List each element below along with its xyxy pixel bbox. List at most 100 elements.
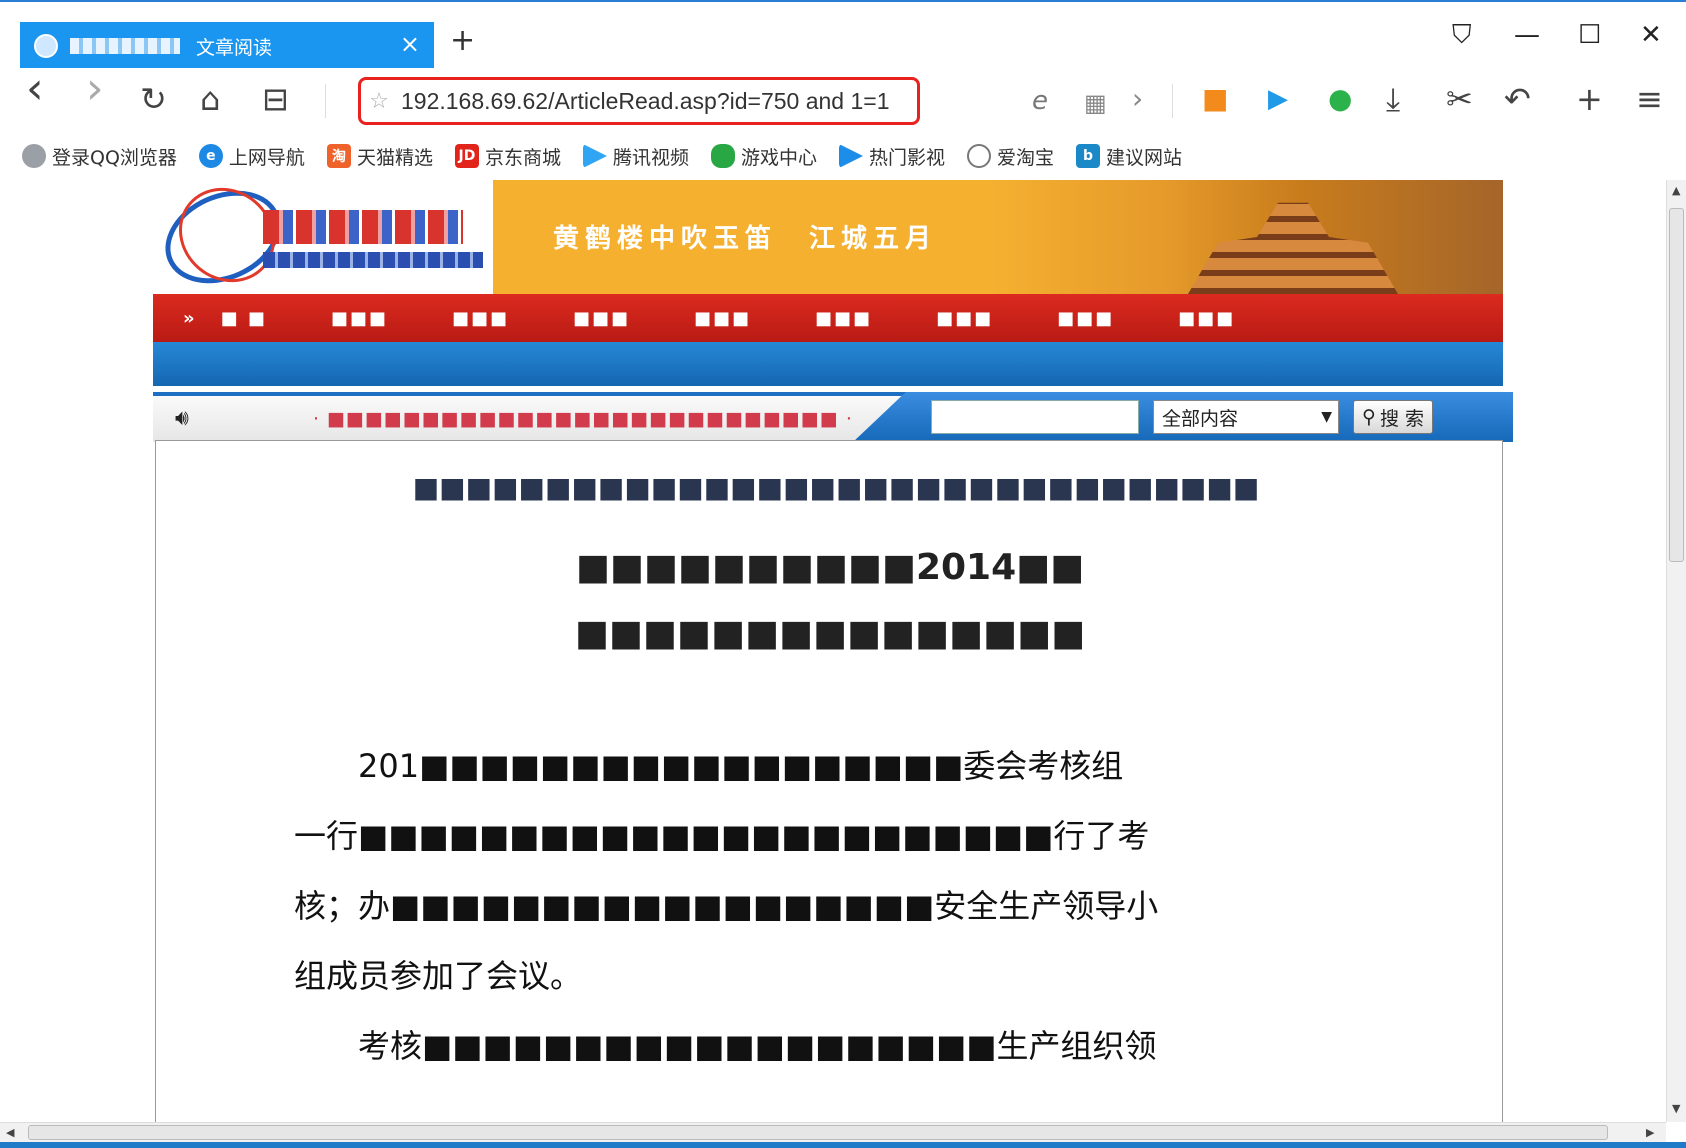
search-icon: ⚲: [1362, 406, 1376, 428]
home-button[interactable]: ⌂: [200, 82, 220, 116]
refresh-button[interactable]: ↻: [140, 82, 167, 116]
chevron-down-icon: ▼: [1321, 409, 1332, 425]
forward-button[interactable]: ›: [86, 67, 104, 111]
bookmark-jd[interactable]: JD 京东商城: [454, 143, 561, 170]
active-tab[interactable]: 文章阅读 ×: [20, 22, 434, 70]
nav-item-home[interactable]: ■ ■: [221, 308, 267, 329]
nav-item[interactable]: ■■■: [331, 308, 388, 329]
tab-close-icon[interactable]: ×: [400, 32, 420, 56]
horizontal-scroll-thumb[interactable]: [28, 1125, 1608, 1140]
tab-title: 文章阅读: [196, 36, 273, 59]
maximize-button[interactable]: ☐: [1578, 20, 1601, 50]
bookmark-label: 建议网站: [1106, 146, 1183, 169]
nav-item[interactable]: ■■■: [694, 308, 751, 329]
article-paragraph: 201■■■■■■■■■■■■■■■■■■委会考核组: [294, 747, 1124, 785]
bookmark-aitaobao[interactable]: 爱淘宝: [967, 143, 1054, 170]
minimize-button[interactable]: —: [1514, 20, 1540, 50]
new-tab-button[interactable]: +: [450, 26, 475, 56]
tmall-icon: 淘: [326, 144, 351, 168]
bookmark-label: 腾讯视频: [612, 146, 689, 169]
bookmark-label: 天猫精选: [356, 146, 433, 169]
back-button[interactable]: ‹: [26, 67, 44, 111]
search-scope-value: 全部内容: [1162, 407, 1239, 430]
add-icon[interactable]: +: [1576, 82, 1603, 116]
menu-icon[interactable]: ≡: [1636, 82, 1663, 116]
pin-icon[interactable]: ⛉: [1452, 20, 1472, 50]
play-icon: [839, 144, 863, 168]
site-favicon-icon: [34, 34, 58, 58]
nav-item[interactable]: ■■■: [1057, 308, 1114, 329]
bookmark-label: 登录QQ浏览器: [52, 146, 177, 169]
site-logo[interactable]: [150, 180, 493, 302]
nav-item[interactable]: ■■■: [452, 308, 509, 329]
video-camera-icon[interactable]: ■: [1202, 82, 1228, 116]
bookmark-navigation[interactable]: e 上网导航: [198, 143, 305, 170]
user-icon: [22, 144, 46, 168]
bookmark-tmall[interactable]: 淘天猫精选: [326, 143, 433, 170]
scroll-right-icon[interactable]: ▶: [1646, 1126, 1654, 1139]
scissors-icon[interactable]: ✂: [1446, 82, 1473, 116]
yellow-crane-tower-image: [1188, 202, 1398, 294]
vertical-scrollbar[interactable]: ▲ ▼: [1666, 180, 1686, 1122]
news-search-bar: 🔊︎ · ■■■■■■■■■■■■■■■■■■■■■■■■■■■ · 全部内容 ▼…: [153, 392, 1513, 442]
ie-compat-icon[interactable]: e: [1032, 84, 1048, 118]
bookmark-tencent-video[interactable]: 腾讯视频: [582, 143, 689, 170]
speaker-icon: 🔊︎: [175, 406, 189, 431]
page-viewport: 黄鹤楼中吹玉笛 江城五月 » ■ ■ ■■■ ■■■ ■■■ ■■■ ■■■ ■…: [0, 180, 1666, 1122]
article-paragraph: 核；办■■■■■■■■■■■■■■■■■■安全生产领导小: [294, 887, 1159, 925]
qr-code-icon[interactable]: ▦: [1084, 86, 1107, 120]
nav-item[interactable]: ■■■: [573, 308, 630, 329]
jd-icon: JD: [454, 144, 479, 168]
close-window-button[interactable]: ✕: [1640, 20, 1662, 50]
banner-slogan: 黄鹤楼中吹玉笛 江城五月: [553, 224, 938, 254]
search-scope-select[interactable]: 全部内容 ▼: [1153, 400, 1339, 434]
globe-icon: [967, 144, 992, 168]
tencent-video-icon[interactable]: ▶: [1268, 82, 1288, 116]
bookmark-games[interactable]: 游戏中心: [710, 143, 817, 170]
horizontal-scrollbar[interactable]: ◀ ▶: [0, 1122, 1666, 1142]
bookmark-label: 京东商城: [484, 146, 561, 169]
extensions-more-icon[interactable]: ›: [1132, 82, 1143, 116]
bing-icon: b: [1076, 144, 1101, 168]
article-title: ■■■■■■■■■■2014■■: [575, 547, 1085, 588]
logo-subtitle: [263, 252, 483, 268]
undo-icon[interactable]: ↶: [1504, 82, 1531, 116]
main-nav: » ■ ■ ■■■ ■■■ ■■■ ■■■ ■■■ ■■■ ■■■ ■■■: [153, 294, 1503, 342]
search-button[interactable]: ⚲ 搜 索: [1353, 400, 1433, 434]
toolbar-divider: [325, 84, 326, 118]
nav-item[interactable]: ■■■: [936, 308, 993, 329]
bookmark-label: 游戏中心: [740, 146, 817, 169]
news-ticker[interactable]: · ■■■■■■■■■■■■■■■■■■■■■■■■■■■ ·: [313, 408, 853, 430]
navigation-toolbar: ‹ › ↻ ⌂ ⊟ ☆ 192.168.69.62/ArticleRead.as…: [0, 67, 1686, 132]
nav-arrow-icon: »: [183, 307, 197, 329]
nav-item[interactable]: ■■■: [1178, 308, 1235, 329]
title-bar: 文章阅读 × + ⛉ — ☐ ✕: [0, 0, 1686, 70]
bookmark-label: 爱淘宝: [997, 146, 1055, 169]
article-paragraph: 一行■■■■■■■■■■■■■■■■■■■■■■■行了考: [294, 817, 1150, 855]
game-icon: [710, 144, 735, 168]
search-input[interactable]: [931, 400, 1139, 434]
wechat-icon[interactable]: ●: [1328, 82, 1352, 116]
status-strip: [0, 1142, 1686, 1148]
sub-nav: [153, 342, 1503, 386]
bookmark-label: 热门影视: [869, 146, 946, 169]
tab-site-label: [70, 38, 180, 54]
bookmark-login-qq[interactable]: 登录QQ浏览器: [22, 143, 177, 170]
vertical-scroll-thumb[interactable]: [1669, 208, 1684, 562]
scroll-up-icon[interactable]: ▲: [1672, 184, 1680, 197]
scroll-down-icon[interactable]: ▼: [1672, 1102, 1680, 1115]
address-bar[interactable]: ☆ 192.168.69.62/ArticleRead.asp?id=750 a…: [358, 77, 920, 125]
scroll-left-icon[interactable]: ◀: [6, 1126, 14, 1139]
bookmark-hot-movies[interactable]: 热门影视: [839, 143, 945, 170]
bookmarks-bar: 登录QQ浏览器 e 上网导航 淘天猫精选 JD 京东商城 腾讯视频 游戏中心 热门影…: [0, 132, 1686, 180]
nav-item[interactable]: ■■■: [815, 308, 872, 329]
bookmark-suggested-sites[interactable]: b 建议网站: [1076, 143, 1182, 170]
reader-mode-button[interactable]: ⊟: [262, 82, 289, 116]
article-paragraph: 考核■■■■■■■■■■■■■■■■■■■生产组织领: [294, 1027, 1157, 1065]
download-icon[interactable]: ⤓: [1386, 82, 1400, 116]
search-button-label: 搜 索: [1379, 407, 1424, 430]
article-body: ■■■■■■■■■■■■■■■■■■■■■■■■■■■■■■■■ ■■■■■■■…: [155, 440, 1503, 1122]
bookmark-label: 上网导航: [228, 146, 305, 169]
bookmark-star-icon[interactable]: ☆: [367, 89, 391, 114]
url-text[interactable]: 192.168.69.62/ArticleRead.asp?id=750 and…: [401, 88, 890, 115]
